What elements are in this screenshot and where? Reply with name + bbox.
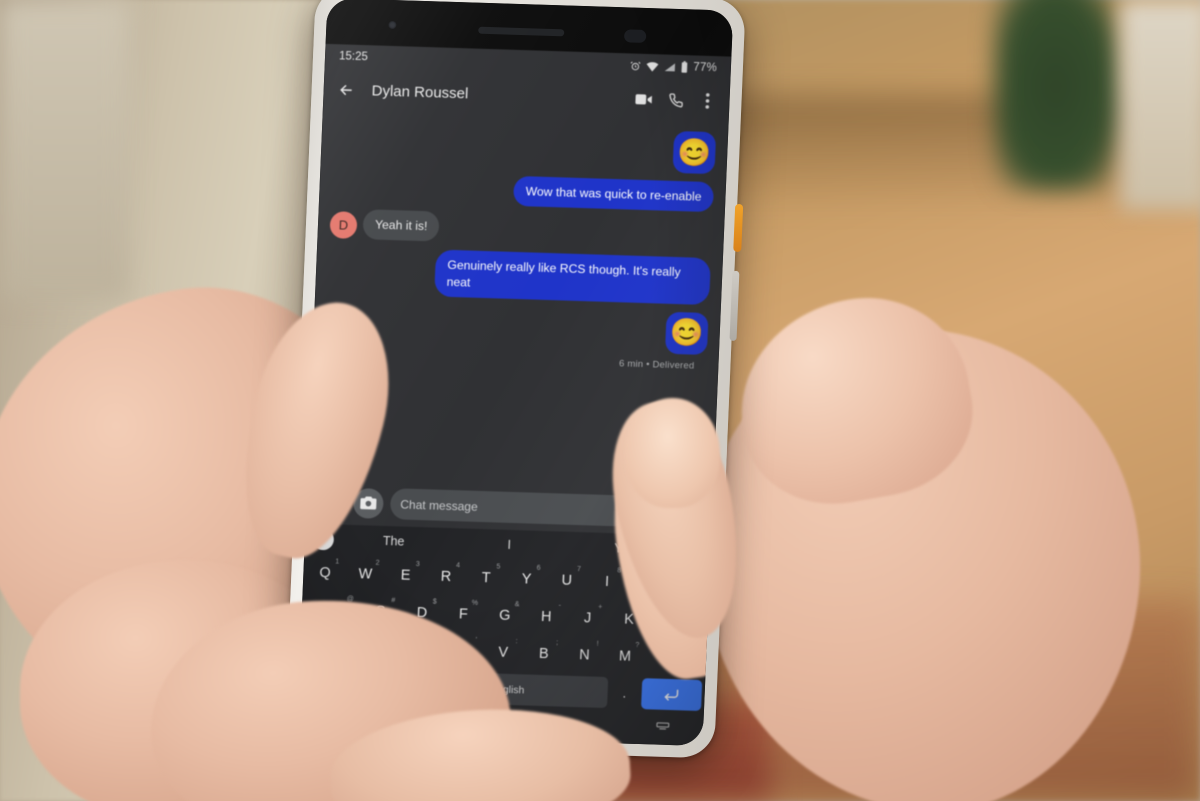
key-hint: 1: [335, 558, 340, 566]
key-j[interactable]: + J: [568, 602, 608, 634]
video-call-icon[interactable]: [633, 89, 654, 110]
signal-icon: [664, 61, 676, 72]
key-label: H: [540, 608, 552, 625]
key-hint: :: [515, 638, 518, 646]
message-bubble-received[interactable]: Yeah it is!: [362, 209, 441, 242]
key-label: M: [618, 647, 632, 665]
key-label: F: [458, 605, 469, 623]
message-bubble-emoji[interactable]: 😊: [664, 311, 709, 355]
status-icons: 77%: [630, 59, 717, 74]
message-bubble-sent[interactable]: Wow that was quick to re-enable: [513, 175, 715, 213]
key-b[interactable]: ; B: [524, 637, 563, 669]
message-bubble-emoji[interactable]: 😊: [672, 130, 717, 175]
key-u[interactable]: 7U: [547, 564, 586, 596]
overflow-menu-icon[interactable]: [697, 91, 718, 112]
key-hint: &: [514, 601, 520, 609]
key-hint: -: [558, 602, 562, 610]
key-label: I: [604, 573, 610, 590]
key-label: T: [481, 569, 491, 586]
background-plant: [995, 0, 1130, 190]
key-hint: 5: [496, 563, 501, 571]
right-hand-thumb-tip: [625, 398, 720, 508]
photo-scene: 15:25 77% Dylan Roussel 😊 Wow that was q…: [0, 0, 1200, 801]
key-e[interactable]: 3E: [386, 559, 425, 591]
key-t[interactable]: 5T: [467, 562, 506, 594]
key-hint: ;: [555, 639, 559, 647]
key-hint: %: [471, 599, 479, 607]
key-hint: ?: [635, 641, 640, 650]
earpiece-speaker: [478, 26, 565, 37]
key-k[interactable]: (K: [609, 603, 649, 635]
message-row: D Yeah it is!: [329, 208, 712, 250]
key-hint: 6: [536, 564, 541, 572]
suggestion-word[interactable]: The: [338, 533, 450, 550]
conversation-title: Dylan Roussel: [371, 81, 469, 102]
key-label: Q: [319, 564, 332, 581]
key-h[interactable]: -H: [526, 600, 566, 632]
key-label: J: [583, 609, 592, 626]
status-time: 15:25: [338, 50, 369, 64]
key-i[interactable]: 8I: [588, 565, 627, 597]
proximity-sensor: [623, 29, 647, 43]
key-hint: 8: [617, 567, 622, 575]
front-camera-icon: [388, 20, 397, 30]
key-g[interactable]: & G: [485, 599, 525, 631]
key-hint: ': [475, 636, 478, 644]
key-hint: 7: [576, 566, 582, 574]
key-label: V: [498, 644, 509, 661]
background-left-highlight: [0, 0, 130, 300]
wifi-icon: [646, 60, 659, 72]
battery-icon: [681, 61, 688, 73]
phone-call-icon[interactable]: [665, 90, 686, 111]
key-r[interactable]: 4R: [427, 560, 466, 592]
alarm-icon: [630, 60, 641, 71]
key-label: E: [400, 567, 411, 584]
key-f[interactable]: % F: [444, 598, 484, 630]
keyboard-switch-icon[interactable]: [656, 722, 670, 734]
key-label: U: [561, 572, 573, 589]
key-w[interactable]: 2W: [346, 558, 385, 590]
period-key[interactable]: .: [610, 677, 639, 709]
key-label: N: [578, 646, 590, 663]
suggestion-word[interactable]: I: [453, 536, 565, 553]
message-row: Wow that was quick to re-enable: [331, 170, 715, 213]
key-label: B: [538, 645, 549, 662]
key-label: K: [623, 611, 635, 628]
enter-icon[interactable]: [640, 678, 703, 711]
key-y[interactable]: 6Y: [507, 563, 546, 595]
key-hint: +: [598, 603, 603, 611]
key-hint: 4: [455, 562, 461, 570]
key-label: Y: [521, 570, 532, 588]
key-label: R: [440, 568, 452, 585]
key-m[interactable]: ? M: [606, 640, 645, 672]
key-hint: 3: [415, 560, 420, 569]
backspace-icon[interactable]: [646, 641, 704, 674]
key-hint: #: [391, 597, 396, 605]
key-label: G: [498, 607, 511, 624]
key-hint: $: [432, 598, 437, 606]
message-bubble-sent[interactable]: Genuinely really like RCS though. It's r…: [434, 249, 711, 305]
key-q[interactable]: 1Q: [306, 557, 345, 589]
key-hint: 2: [375, 559, 380, 567]
back-arrow-icon[interactable]: [335, 79, 356, 100]
message-row: Genuinely really like RCS though. It's r…: [327, 247, 711, 305]
background-panel: [1120, 0, 1200, 210]
key-hint: !: [596, 640, 599, 648]
avatar: D: [329, 211, 358, 240]
message-row: 😊: [333, 120, 717, 175]
battery-percent: 77%: [693, 61, 718, 75]
key-n[interactable]: ! N: [565, 639, 604, 671]
key-hint: (: [641, 605, 644, 613]
key-label: W: [358, 565, 373, 583]
